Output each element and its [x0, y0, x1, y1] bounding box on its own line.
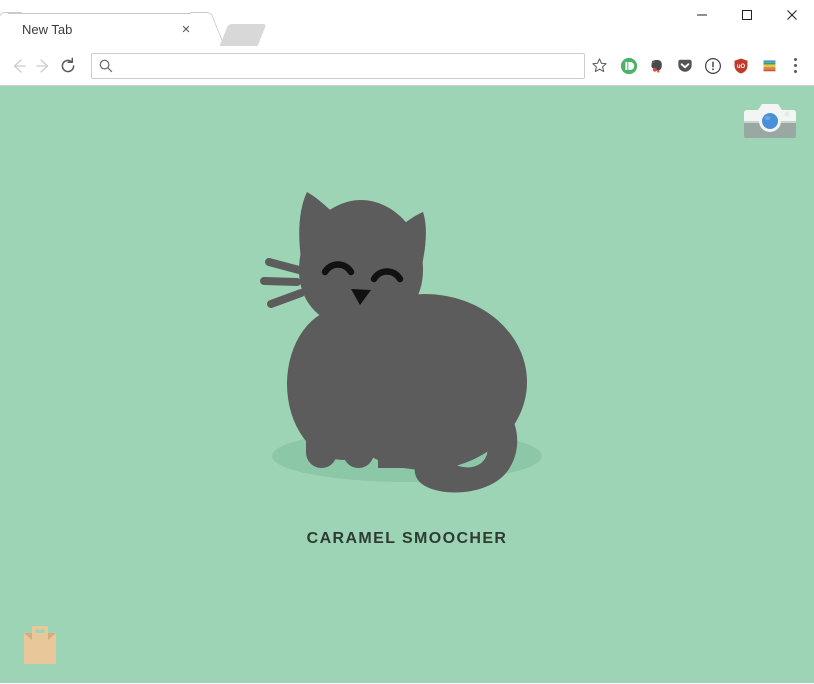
minimize-button[interactable] [679, 0, 724, 30]
pocket-extension-icon[interactable] [671, 52, 699, 80]
cat-whisker-left-mid [260, 277, 301, 286]
pushbullet-glyph-icon [621, 57, 638, 74]
page-title: CARAMEL SMOOCHER [306, 530, 508, 547]
cat-illustration-container: CARAMEL SMOOCHER [0, 186, 814, 548]
cat-whisker-right [414, 297, 448, 311]
window-controls [679, 0, 814, 30]
cat-front-leg-right [343, 392, 374, 468]
tab-top-border [8, 13, 204, 14]
browser-tab[interactable]: New Tab × [8, 13, 204, 46]
address-input[interactable] [119, 58, 578, 73]
reload-button[interactable] [56, 52, 78, 80]
page-content: CARAMEL SMOOCHER [0, 86, 814, 683]
colorzilla-extension-icon[interactable] [755, 52, 783, 80]
arrow-left-icon [13, 58, 26, 73]
pushbullet-extension-icon[interactable] [615, 52, 643, 80]
new-tab-button[interactable] [219, 24, 267, 46]
chrome-menu-button[interactable] [785, 52, 806, 80]
cat-hind-paw [378, 402, 433, 468]
svg-text:uO: uO [737, 64, 746, 70]
tab-strip: New Tab × [0, 0, 267, 46]
forward-button[interactable] [32, 52, 54, 80]
close-icon[interactable]: × [178, 22, 194, 38]
privacy-badger-extension-icon[interactable] [699, 52, 727, 80]
tab-title: New Tab [22, 22, 73, 37]
minimize-icon [696, 14, 707, 16]
cat-front-leg-left [306, 386, 337, 468]
maximize-button[interactable] [724, 0, 769, 30]
reload-icon [61, 56, 74, 72]
shopping-bag-glyph-icon [24, 626, 56, 664]
arrow-right-icon [36, 58, 49, 73]
address-bar[interactable] [90, 52, 585, 79]
close-icon [786, 10, 797, 20]
star-icon [591, 58, 607, 73]
shopping-bag-icon[interactable] [21, 620, 59, 666]
bookmark-button[interactable] [589, 53, 610, 79]
elephant-icon [651, 59, 663, 73]
evernote-extension-icon[interactable] [643, 52, 671, 80]
camera-glyph-icon [744, 104, 796, 138]
close-button[interactable] [769, 0, 814, 30]
menu-dot-icon [794, 70, 798, 73]
cat-illustration [260, 192, 542, 493]
search-icon [99, 59, 112, 72]
exclamation-circle-icon [705, 57, 722, 74]
browser-toolbar: uO [0, 46, 814, 86]
back-button[interactable] [8, 52, 30, 80]
cat-whisker-left-bottom [267, 289, 305, 308]
menu-dot-icon [794, 64, 798, 67]
menu-dot-icon [794, 58, 798, 61]
ublock-origin-extension-icon[interactable]: uO [727, 52, 755, 80]
maximize-icon [741, 10, 752, 20]
title-bar: New Tab × [0, 0, 814, 46]
shield-icon: uO [734, 57, 748, 74]
cat-whisker-left-top [265, 258, 303, 274]
extensions-area: uO [615, 52, 783, 80]
color-stripes-icon [763, 60, 776, 72]
camera-icon[interactable] [743, 99, 797, 141]
pocket-icon [678, 59, 693, 72]
